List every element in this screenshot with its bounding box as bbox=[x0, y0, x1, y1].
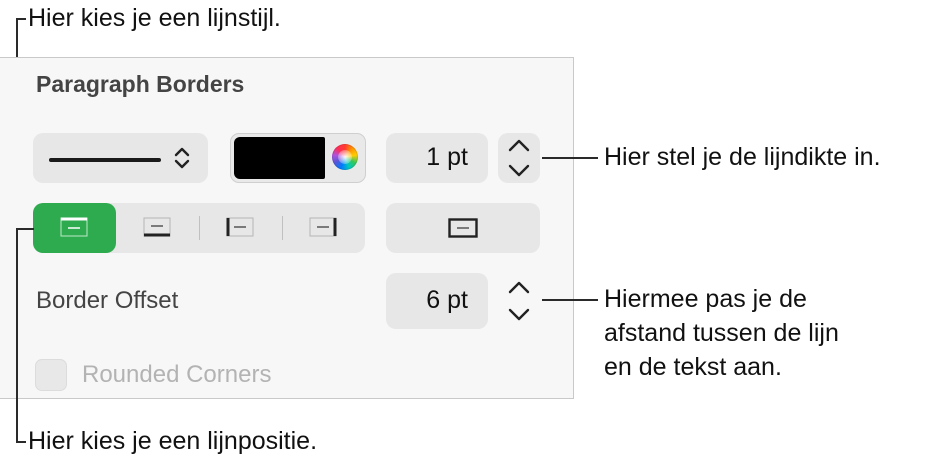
border-offset-field[interactable]: 6 pt bbox=[386, 273, 488, 329]
border-color-well[interactable] bbox=[230, 133, 366, 183]
border-bottom-button[interactable] bbox=[116, 203, 199, 253]
stepper-up-icon[interactable] bbox=[506, 279, 532, 297]
callout-offset-line-3: en de tekst aan. bbox=[604, 353, 782, 381]
callout-leader-line-width bbox=[542, 157, 598, 159]
border-offset-stepper[interactable] bbox=[498, 273, 540, 329]
stepper-down-icon[interactable] bbox=[506, 305, 532, 323]
border-left-icon bbox=[226, 217, 254, 237]
stepper-down-icon[interactable] bbox=[506, 161, 532, 179]
border-box-button[interactable] bbox=[386, 203, 540, 253]
callout-leader-position-h bbox=[16, 228, 34, 230]
line-width-stepper[interactable] bbox=[498, 133, 540, 183]
callout-leader-position-bottom bbox=[16, 441, 26, 443]
line-width-value: 1 pt bbox=[426, 143, 468, 171]
border-top-button[interactable] bbox=[33, 203, 116, 253]
callout-leader-position bbox=[16, 228, 18, 443]
callout-line-style: Hier kies je een lijnstijl. bbox=[28, 4, 281, 32]
rounded-corners-label: Rounded Corners bbox=[82, 361, 272, 388]
color-wheel-icon[interactable] bbox=[332, 144, 358, 170]
border-offset-label: Border Offset bbox=[36, 287, 179, 314]
color-swatch[interactable] bbox=[234, 137, 325, 179]
callout-leader-line-style-top bbox=[16, 18, 26, 20]
border-right-button[interactable] bbox=[282, 203, 365, 253]
callout-leader-offset bbox=[542, 299, 598, 301]
rounded-corners-checkbox[interactable] bbox=[35, 359, 67, 391]
panel-title: Paragraph Borders bbox=[36, 71, 245, 97]
border-box-icon bbox=[448, 218, 478, 238]
callout-offset-line-2: afstand tussen de lijn bbox=[604, 319, 839, 347]
border-left-button[interactable] bbox=[199, 203, 282, 253]
callout-position: Hier kies je een lijnpositie. bbox=[28, 427, 318, 455]
line-style-preview bbox=[49, 158, 161, 162]
callout-offset-line-1: Hiermee pas je de bbox=[604, 285, 807, 313]
border-top-icon bbox=[60, 217, 88, 237]
border-right-icon bbox=[309, 217, 337, 237]
callout-line-width: Hier stel je de lijndikte in. bbox=[604, 143, 881, 171]
stepper-up-icon[interactable] bbox=[506, 137, 532, 155]
line-width-field[interactable]: 1 pt bbox=[386, 133, 488, 183]
updown-chevron-icon bbox=[174, 147, 190, 169]
border-bottom-icon bbox=[143, 217, 171, 237]
line-style-popup[interactable] bbox=[33, 133, 208, 183]
border-offset-value: 6 pt bbox=[426, 286, 468, 314]
border-position-segmented-control bbox=[33, 203, 365, 253]
